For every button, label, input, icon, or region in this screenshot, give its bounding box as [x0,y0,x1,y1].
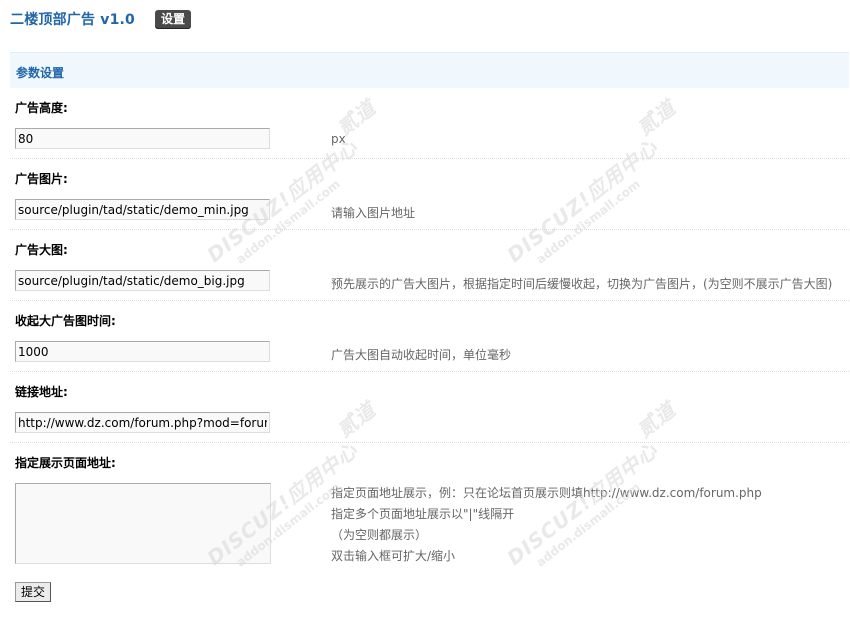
watermark-text: DISCUZ!应用中心 [502,134,663,268]
header: 二楼顶部广告 v1.0 设置 [10,8,192,30]
collapse-time-input[interactable] [15,341,270,362]
field-label: 广告高度: [15,101,68,115]
tip-line: 指定多个页面地址展示以"|"线隔开 [331,507,515,521]
section-header: 参数设置 [10,52,849,88]
tip-line: 指定页面地址展示，例：只在论坛首页展示则填http://www.dz.com/f… [331,486,762,500]
field-tip: 广告大图自动收起时间，单位毫秒 [331,348,512,362]
display-pages-textarea[interactable] [15,483,271,564]
row-divider [10,300,849,301]
tip-line: 双击输入框可扩大/缩小 [331,549,456,563]
field-label: 链接地址: [15,385,68,399]
field-tip: 请输入图片地址 [331,206,416,220]
field-tip: 预先展示的广告大图片，根据指定时间后缓慢收起，切换为广告图片，(为空则不展示广告… [331,277,833,291]
field-label: 广告图片: [15,172,68,186]
ad-big-image-input[interactable] [15,270,270,291]
field-tip: px [331,132,346,146]
ad-height-input[interactable] [15,128,270,149]
watermark: DISCUZ!应用中心 addon.dismall.com [500,132,671,279]
watermark-brand: 贰道 [632,95,681,141]
watermark-brand: 贰道 [332,397,381,443]
field-label: 指定展示页面地址: [15,456,116,470]
field-label: 广告大图: [15,243,68,257]
row-divider [10,229,849,230]
row-divider [10,371,849,372]
link-url-input[interactable] [15,412,270,433]
row-divider [10,442,849,443]
submit-button[interactable]: 提交 [15,582,52,602]
plugin-title: 二楼顶部广告 v1.0 [10,12,136,28]
section-title: 参数设置 [16,66,65,80]
watermark-brand: 贰道 [632,397,681,443]
row-divider [10,158,849,159]
field-label: 收起大广告图时间: [15,314,116,328]
plugin-settings-page: 二楼顶部广告 v1.0 设置 参数设置 广告高度: px 广告图片: 请输入图片… [0,0,850,619]
ad-image-input[interactable] [15,199,270,220]
tab-settings[interactable]: 设置 [155,9,192,29]
tip-line: （为空则都展示） [331,528,428,542]
watermark-url: addon.dismall.com [533,176,643,267]
field-tip: 指定页面地址展示，例：只在论坛首页展示则填http://www.dz.com/f… [331,483,762,567]
